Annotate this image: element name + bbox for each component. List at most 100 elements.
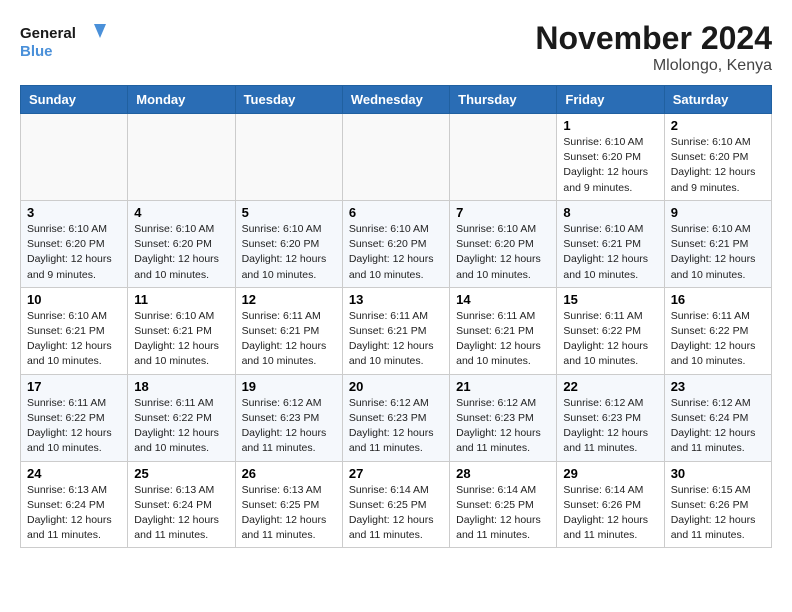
day-info: Sunrise: 6:15 AMSunset: 6:26 PMDaylight:… [671, 483, 765, 544]
day-info: Sunrise: 6:10 AMSunset: 6:21 PMDaylight:… [134, 309, 228, 370]
day-cell-24: 24 Sunrise: 6:13 AMSunset: 6:24 PMDayligh… [21, 461, 128, 548]
day-info: Sunrise: 6:12 AMSunset: 6:23 PMDaylight:… [349, 396, 443, 457]
day-cell-9: 9 Sunrise: 6:10 AMSunset: 6:21 PMDaylight… [664, 200, 771, 287]
day-info: Sunrise: 6:10 AMSunset: 6:20 PMDaylight:… [671, 135, 765, 196]
day-info: Sunrise: 6:11 AMSunset: 6:22 PMDaylight:… [563, 309, 657, 370]
day-cell-12: 12 Sunrise: 6:11 AMSunset: 6:21 PMDayligh… [235, 287, 342, 374]
empty-cell [21, 114, 128, 201]
svg-text:Blue: Blue [20, 43, 53, 60]
day-number: 13 [349, 292, 443, 307]
day-number: 5 [242, 205, 336, 220]
day-info: Sunrise: 6:10 AMSunset: 6:20 PMDaylight:… [134, 222, 228, 283]
day-cell-2: 2 Sunrise: 6:10 AMSunset: 6:20 PMDaylight… [664, 114, 771, 201]
day-number: 27 [349, 466, 443, 481]
day-number: 19 [242, 379, 336, 394]
day-number: 12 [242, 292, 336, 307]
day-number: 15 [563, 292, 657, 307]
day-cell-26: 26 Sunrise: 6:13 AMSunset: 6:25 PMDayligh… [235, 461, 342, 548]
day-info: Sunrise: 6:12 AMSunset: 6:23 PMDaylight:… [563, 396, 657, 457]
weekday-header-thursday: Thursday [450, 86, 557, 114]
week-row-2: 3Sunrise: 6:10 AMSunset: 6:20 PMDaylight… [21, 200, 772, 287]
day-info: Sunrise: 6:13 AMSunset: 6:24 PMDaylight:… [134, 483, 228, 544]
weekday-header-monday: Monday [128, 86, 235, 114]
day-number: 8 [563, 205, 657, 220]
day-number: 2 [671, 118, 765, 133]
empty-cell [235, 114, 342, 201]
day-info: Sunrise: 6:11 AMSunset: 6:22 PMDaylight:… [671, 309, 765, 370]
day-info: Sunrise: 6:12 AMSunset: 6:23 PMDaylight:… [456, 396, 550, 457]
day-info: Sunrise: 6:14 AMSunset: 6:25 PMDaylight:… [456, 483, 550, 544]
location-title: Mlolongo, Kenya [535, 57, 772, 75]
empty-cell [128, 114, 235, 201]
week-row-1: 1Sunrise: 6:10 AMSunset: 6:20 PMDaylight… [21, 114, 772, 201]
day-cell-22: 22 Sunrise: 6:12 AMSunset: 6:23 PMDayligh… [557, 374, 664, 461]
day-cell-8: 8 Sunrise: 6:10 AMSunset: 6:21 PMDaylight… [557, 200, 664, 287]
day-cell-14: 14 Sunrise: 6:11 AMSunset: 6:21 PMDayligh… [450, 287, 557, 374]
day-cell-7: 7 Sunrise: 6:10 AMSunset: 6:20 PMDaylight… [450, 200, 557, 287]
day-cell-28: 28 Sunrise: 6:14 AMSunset: 6:25 PMDayligh… [450, 461, 557, 548]
day-info: Sunrise: 6:14 AMSunset: 6:25 PMDaylight:… [349, 483, 443, 544]
day-number: 9 [671, 205, 765, 220]
day-number: 14 [456, 292, 550, 307]
day-number: 20 [349, 379, 443, 394]
weekday-header-tuesday: Tuesday [235, 86, 342, 114]
day-cell-5: 5 Sunrise: 6:10 AMSunset: 6:20 PMDaylight… [235, 200, 342, 287]
day-number: 16 [671, 292, 765, 307]
day-info: Sunrise: 6:12 AMSunset: 6:24 PMDaylight:… [671, 396, 765, 457]
weekday-header-friday: Friday [557, 86, 664, 114]
day-number: 17 [27, 379, 121, 394]
day-info: Sunrise: 6:11 AMSunset: 6:22 PMDaylight:… [134, 396, 228, 457]
day-cell-16: 16 Sunrise: 6:11 AMSunset: 6:22 PMDayligh… [664, 287, 771, 374]
calendar-table: SundayMondayTuesdayWednesdayThursdayFrid… [20, 85, 772, 548]
day-cell-17: 17 Sunrise: 6:11 AMSunset: 6:22 PMDayligh… [21, 374, 128, 461]
month-title: November 2024 [535, 20, 772, 57]
day-info: Sunrise: 6:10 AMSunset: 6:21 PMDaylight:… [27, 309, 121, 370]
day-cell-4: 4 Sunrise: 6:10 AMSunset: 6:20 PMDaylight… [128, 200, 235, 287]
day-info: Sunrise: 6:12 AMSunset: 6:23 PMDaylight:… [242, 396, 336, 457]
day-cell-19: 19 Sunrise: 6:12 AMSunset: 6:23 PMDayligh… [235, 374, 342, 461]
day-cell-18: 18 Sunrise: 6:11 AMSunset: 6:22 PMDayligh… [128, 374, 235, 461]
day-info: Sunrise: 6:10 AMSunset: 6:20 PMDaylight:… [242, 222, 336, 283]
day-cell-21: 21 Sunrise: 6:12 AMSunset: 6:23 PMDayligh… [450, 374, 557, 461]
weekday-header-saturday: Saturday [664, 86, 771, 114]
day-info: Sunrise: 6:11 AMSunset: 6:21 PMDaylight:… [242, 309, 336, 370]
day-number: 7 [456, 205, 550, 220]
day-cell-30: 30Sunrise: 6:15 AMSunset: 6:26 PMDayligh… [664, 461, 771, 548]
week-row-3: 10Sunrise: 6:10 AMSunset: 6:21 PMDayligh… [21, 287, 772, 374]
day-number: 28 [456, 466, 550, 481]
day-info: Sunrise: 6:10 AMSunset: 6:20 PMDaylight:… [27, 222, 121, 283]
day-number: 21 [456, 379, 550, 394]
title-block: November 2024 Mlolongo, Kenya [535, 20, 772, 75]
day-info: Sunrise: 6:10 AMSunset: 6:20 PMDaylight:… [349, 222, 443, 283]
day-number: 26 [242, 466, 336, 481]
day-number: 25 [134, 466, 228, 481]
day-cell-20: 20 Sunrise: 6:12 AMSunset: 6:23 PMDayligh… [342, 374, 449, 461]
day-cell-1: 1Sunrise: 6:10 AMSunset: 6:20 PMDaylight… [557, 114, 664, 201]
day-cell-10: 10Sunrise: 6:10 AMSunset: 6:21 PMDayligh… [21, 287, 128, 374]
day-number: 18 [134, 379, 228, 394]
day-info: Sunrise: 6:10 AMSunset: 6:20 PMDaylight:… [563, 135, 657, 196]
day-cell-11: 11 Sunrise: 6:10 AMSunset: 6:21 PMDayligh… [128, 287, 235, 374]
week-row-5: 24 Sunrise: 6:13 AMSunset: 6:24 PMDayligh… [21, 461, 772, 548]
day-info: Sunrise: 6:10 AMSunset: 6:21 PMDaylight:… [563, 222, 657, 283]
day-number: 24 [27, 466, 121, 481]
day-cell-25: 25 Sunrise: 6:13 AMSunset: 6:24 PMDayligh… [128, 461, 235, 548]
day-number: 29 [563, 466, 657, 481]
day-number: 4 [134, 205, 228, 220]
day-number: 11 [134, 292, 228, 307]
day-info: Sunrise: 6:13 AMSunset: 6:24 PMDaylight:… [27, 483, 121, 544]
day-number: 22 [563, 379, 657, 394]
day-info: Sunrise: 6:10 AMSunset: 6:21 PMDaylight:… [671, 222, 765, 283]
day-info: Sunrise: 6:11 AMSunset: 6:21 PMDaylight:… [456, 309, 550, 370]
day-info: Sunrise: 6:11 AMSunset: 6:21 PMDaylight:… [349, 309, 443, 370]
day-info: Sunrise: 6:11 AMSunset: 6:22 PMDaylight:… [27, 396, 121, 457]
day-cell-23: 23 Sunrise: 6:12 AMSunset: 6:24 PMDayligh… [664, 374, 771, 461]
day-cell-29: 29 Sunrise: 6:14 AMSunset: 6:26 PMDayligh… [557, 461, 664, 548]
day-info: Sunrise: 6:14 AMSunset: 6:26 PMDaylight:… [563, 483, 657, 544]
day-cell-13: 13 Sunrise: 6:11 AMSunset: 6:21 PMDayligh… [342, 287, 449, 374]
day-info: Sunrise: 6:13 AMSunset: 6:25 PMDaylight:… [242, 483, 336, 544]
day-cell-15: 15 Sunrise: 6:11 AMSunset: 6:22 PMDayligh… [557, 287, 664, 374]
day-number: 23 [671, 379, 765, 394]
day-cell-6: 6Sunrise: 6:10 AMSunset: 6:20 PMDaylight… [342, 200, 449, 287]
day-info: Sunrise: 6:10 AMSunset: 6:20 PMDaylight:… [456, 222, 550, 283]
